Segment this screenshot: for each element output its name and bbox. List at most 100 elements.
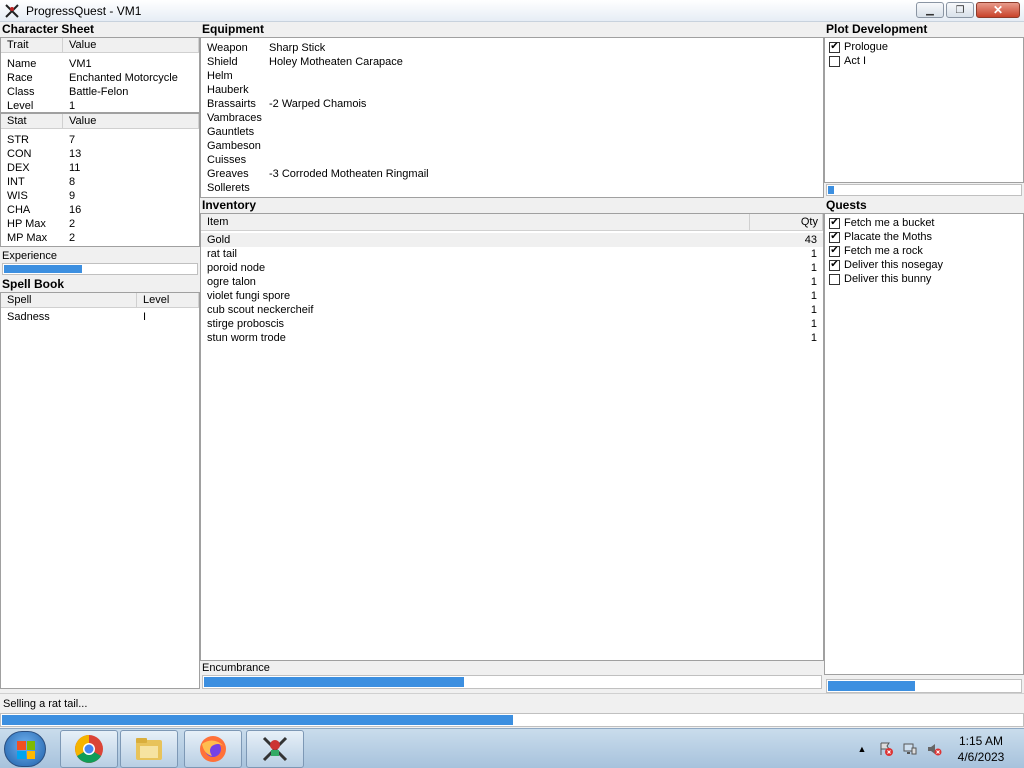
equipment-row: Helm <box>201 69 823 83</box>
trait-row: Class Battle-Felon <box>1 85 199 99</box>
stat-name: CHA <box>7 204 31 216</box>
equipment-title: Equipment <box>202 22 264 36</box>
trait-column-header[interactable]: Trait <box>1 38 63 52</box>
quest-item[interactable]: Deliver this bunny <box>825 272 1023 286</box>
taskbar-firefox-button[interactable] <box>184 730 242 768</box>
inventory-row[interactable]: Gold 43 <box>201 233 823 247</box>
clock-time: 1:15 AM <box>958 734 1004 748</box>
checkbox-checked-icon[interactable]: ✔ <box>829 245 840 257</box>
equipment-slot: Greaves <box>207 168 249 180</box>
inventory-row[interactable]: stun worm trode 1 <box>201 331 823 345</box>
stat-row: HP Max 2 <box>1 217 199 231</box>
experience-bar <box>2 263 198 275</box>
trait-value: 1 <box>69 100 76 112</box>
equipment-slot: Weapon <box>207 42 248 54</box>
inventory-row[interactable]: rat tail 1 <box>201 247 823 261</box>
equipment-item: -3 Corroded Motheaten Ringmail <box>269 168 429 180</box>
system-tray: ▲ 1:15 AM 4/6/2023 <box>850 729 1024 768</box>
equipment-slot: Hauberk <box>207 84 249 96</box>
taskbar-chrome-button[interactable] <box>60 730 118 768</box>
taskbar-clock[interactable]: 1:15 AM 4/6/2023 <box>946 733 1016 765</box>
stat-value: 2 <box>69 232 76 244</box>
stats-list[interactable]: Stat Value STR 7 CON 13 DEX 11 INT 8 WIS 9 CH… <box>0 113 200 247</box>
quest-progress-bar <box>826 679 1022 693</box>
stat-name: DEX <box>7 162 30 174</box>
quest-item[interactable]: ✔ Fetch me a rock <box>825 244 1023 258</box>
equipment-row: Gambeson <box>201 139 823 153</box>
traits-list[interactable]: Trait Value Name VM1 Race Enchanted Motorc… <box>0 37 200 113</box>
trait-row: Name VM1 <box>1 57 199 71</box>
quest-progress-bar-fill <box>828 681 916 691</box>
equipment-row: Greaves -3 Corroded Motheaten Ringmail <box>201 167 823 181</box>
experience-label: Experience <box>2 250 58 262</box>
inventory-list[interactable]: Item Qty Gold 43 rat tail 1 poroid node 1 o… <box>200 213 824 661</box>
inventory-row[interactable]: poroid node 1 <box>201 261 823 275</box>
plot-act-item[interactable]: ✔ Prologue <box>825 40 1023 54</box>
equipment-list[interactable]: Weapon Sharp Stick Shield Holey Motheaten … <box>200 37 824 198</box>
quests-title: Quests <box>826 198 867 212</box>
status-progress-bar <box>0 713 1024 727</box>
checkbox-checked-icon[interactable]: ✔ <box>829 259 840 271</box>
inventory-row[interactable]: cub scout neckercheif 1 <box>201 303 823 317</box>
taskbar-explorer-button[interactable] <box>120 730 178 768</box>
quest-list[interactable]: ✔ Fetch me a bucket ✔ Placate the Moths ✔ F… <box>824 213 1024 675</box>
status-progress-bar-fill <box>2 715 513 725</box>
item-column-header[interactable]: Item <box>201 214 750 230</box>
equipment-row: Weapon Sharp Stick <box>201 41 823 55</box>
stat-column-header[interactable]: Stat <box>1 114 63 128</box>
inventory-item: stun worm trode <box>207 332 286 344</box>
stat-value: 7 <box>69 134 76 146</box>
spell-list[interactable]: Spell Level Sadness I <box>0 292 200 689</box>
close-button[interactable]: ✕ <box>976 2 1020 18</box>
inventory-row[interactable]: ogre talon 1 <box>201 275 823 289</box>
start-button[interactable] <box>4 731 46 767</box>
trait-name: Level <box>7 100 34 112</box>
equipment-slot: Brassairts <box>207 98 256 110</box>
show-hidden-icons-arrow[interactable]: ▲ <box>854 741 870 757</box>
equipment-slot: Cuisses <box>207 154 247 166</box>
trait-row: Race Enchanted Motorcycle <box>1 71 199 85</box>
minimize-button[interactable]: ▁ <box>916 2 944 18</box>
inventory-row[interactable]: stirge proboscis 1 <box>201 317 823 331</box>
quest-item[interactable]: ✔ Deliver this nosegay <box>825 258 1023 272</box>
checkbox-checked-icon[interactable]: ✔ <box>829 41 840 53</box>
stat-row: DEX 11 <box>1 161 199 175</box>
quest-label: Placate the Moths <box>844 231 933 243</box>
app-icon <box>4 3 20 19</box>
firefox-icon <box>200 736 226 762</box>
checkbox-unchecked-icon[interactable] <box>829 273 840 285</box>
inventory-item: rat tail <box>207 248 237 260</box>
volume-muted-icon[interactable] <box>926 741 942 757</box>
stat-value-column-header[interactable]: Value <box>63 114 199 128</box>
equipment-item <box>263 181 269 195</box>
action-center-flag-icon[interactable] <box>878 741 894 757</box>
plot-progress-bar-fill <box>828 186 834 194</box>
spell-column-header[interactable]: Spell <box>1 293 137 307</box>
stat-value: 13 <box>69 148 82 160</box>
equipment-item <box>263 153 269 167</box>
checkbox-unchecked-icon[interactable] <box>829 55 840 67</box>
network-icon[interactable] <box>902 741 918 757</box>
trait-value: Battle-Felon <box>69 86 129 98</box>
quest-item[interactable]: ✔ Fetch me a bucket <box>825 216 1023 230</box>
quest-label: Fetch me a rock <box>844 245 923 257</box>
checkbox-checked-icon[interactable]: ✔ <box>829 231 840 243</box>
equipment-slot: Sollerets <box>207 182 250 194</box>
inventory-row[interactable]: violet fungi spore 1 <box>201 289 823 303</box>
checkbox-checked-icon[interactable]: ✔ <box>829 217 840 229</box>
qty-column-header[interactable]: Qty <box>750 214 823 230</box>
spell-level: I <box>143 311 147 323</box>
chrome-icon <box>75 735 103 763</box>
quest-item[interactable]: ✔ Placate the Moths <box>825 230 1023 244</box>
taskbar-progressquest-button[interactable] <box>246 730 304 768</box>
inventory-qty: 1 <box>810 304 817 316</box>
plot-act-item[interactable]: Act I <box>825 54 1023 68</box>
restore-button[interactable]: ❐ <box>946 2 974 18</box>
quest-label: Deliver this bunny <box>844 273 932 285</box>
plot-list[interactable]: ✔ Prologue Act I <box>824 37 1024 183</box>
level-column-header[interactable]: Level <box>137 293 199 307</box>
trait-value: Enchanted Motorcycle <box>69 72 178 84</box>
stat-row: CON 13 <box>1 147 199 161</box>
value-column-header[interactable]: Value <box>63 38 199 52</box>
stat-row: WIS 9 <box>1 189 199 203</box>
